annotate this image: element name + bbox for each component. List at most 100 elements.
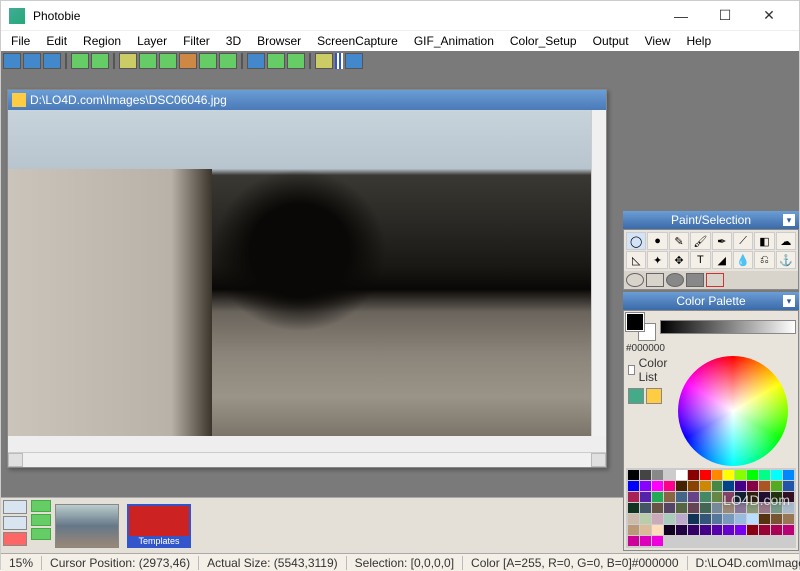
fg-bg-swatch[interactable] [626,313,656,341]
scroll-right-icon[interactable] [591,453,606,467]
expand-icon[interactable]: ▾ [783,214,795,226]
value-gradient[interactable] [660,320,796,334]
menu-color-setup[interactable]: Color_Setup [504,32,583,50]
scroll-track[interactable] [23,453,591,467]
ellipse-tool-icon[interactable]: ◯ [626,232,646,250]
toolbar-redo-icon[interactable] [91,53,109,69]
document-image[interactable] [8,110,591,436]
color-panel-header[interactable]: Color Palette ▾ [623,292,799,310]
shape-red-icon[interactable] [706,273,724,287]
marker-tool-icon[interactable]: ⟋ [733,232,753,250]
minimize-button[interactable]: — [659,2,703,30]
color-swatch[interactable] [723,481,734,491]
color-swatch[interactable] [747,470,758,480]
color-list-toggle[interactable]: Color List [626,354,670,386]
menu-view[interactable]: View [639,32,677,50]
thumb-view2-icon[interactable] [3,516,27,530]
clone-tool-icon[interactable]: ⎌ [754,251,774,269]
color-swatch[interactable] [700,481,711,491]
color-swatch[interactable] [628,470,639,480]
eraser-tool-icon[interactable]: ◧ [754,232,774,250]
pen-tool-icon[interactable]: ✒ [712,232,732,250]
menu-gif-animation[interactable]: GIF_Animation [408,32,500,50]
wand-tool-icon[interactable]: ✦ [647,251,667,269]
layer-icon[interactable] [31,500,51,512]
color-swatch[interactable] [652,481,663,491]
color-swatch[interactable] [759,470,770,480]
scroll-left-icon[interactable] [8,453,23,467]
toolbar-layer-icon[interactable] [199,53,217,69]
thumb-delete-icon[interactable] [3,532,27,546]
color-swatch[interactable] [723,470,734,480]
toolbar-paste-icon[interactable] [159,53,177,69]
color-swatch[interactable] [664,470,675,480]
anchor-tool-icon[interactable]: ⚓ [776,251,796,269]
toolbar-undo-icon[interactable] [71,53,89,69]
eyedrop-tool-icon[interactable]: 💧 [733,251,753,269]
shape-fillrect-icon[interactable] [686,273,704,287]
color-swatch[interactable] [652,470,663,480]
color-swatch[interactable] [700,470,711,480]
color-swatch[interactable] [688,470,699,480]
color-wheel[interactable] [678,356,788,466]
toolbar-grip-icon[interactable] [335,53,343,69]
thumbnail-current[interactable] [55,504,119,548]
paint-panel-header[interactable]: Paint/Selection ▾ [623,211,799,229]
expand-icon[interactable]: ▾ [783,295,795,307]
menu-screencapture[interactable]: ScreenCapture [311,32,404,50]
color-swatch[interactable] [640,470,651,480]
toolbar-zoom-icon[interactable] [247,53,265,69]
toolbar-open-icon[interactable] [23,53,41,69]
color-swatch[interactable] [712,470,723,480]
color-swatch[interactable] [783,481,794,491]
color-swatch[interactable] [747,481,758,491]
color-swatch[interactable] [712,481,723,491]
shape-fillellipse-icon[interactable] [666,273,684,287]
color-swatch[interactable] [771,481,782,491]
toolbar-zoomin-icon[interactable] [267,53,285,69]
vertical-scrollbar[interactable] [591,110,606,436]
lasso-tool-icon[interactable]: ◺ [626,251,646,269]
menu-region[interactable]: Region [77,32,127,50]
checkbox-icon[interactable] [628,365,635,375]
maximize-button[interactable]: ☐ [703,2,747,30]
color-swatch[interactable] [783,470,794,480]
close-button[interactable]: ✕ [747,2,791,30]
palette-load-icon[interactable] [628,388,644,404]
toolbar-zoomout-icon[interactable] [287,53,305,69]
palette-save-icon[interactable] [646,388,662,404]
toolbar-end-icon[interactable] [345,53,363,69]
color-swatch[interactable] [640,481,651,491]
color-swatch[interactable] [735,481,746,491]
color-swatch[interactable] [759,481,770,491]
toolbar-cut-icon[interactable] [179,53,197,69]
document-titlebar[interactable]: D:\LO4D.com\Images\DSC06046.jpg [8,90,606,110]
color-swatch[interactable] [676,481,687,491]
thumbnail-templates[interactable] [127,504,191,548]
move-tool-icon[interactable]: ✥ [669,251,689,269]
menu-browser[interactable]: Browser [251,32,307,50]
toolbar-misc-icon[interactable] [315,53,333,69]
color-swatch[interactable] [771,470,782,480]
menu-filter[interactable]: Filter [177,32,216,50]
foreground-color[interactable] [626,313,644,331]
toolbar-new-icon[interactable] [3,53,21,69]
menu-edit[interactable]: Edit [40,32,73,50]
color-swatch[interactable] [664,481,675,491]
thumb-view1-icon[interactable] [3,500,27,514]
toolbar-effect-icon[interactable] [219,53,237,69]
toolbar-copy-icon[interactable] [139,53,157,69]
layer-icon[interactable] [31,528,51,540]
toolbar-save-icon[interactable] [43,53,61,69]
toolbar-crop-icon[interactable] [119,53,137,69]
layer-icon[interactable] [31,514,51,526]
shape-ellipse-icon[interactable] [626,273,644,287]
shape-rect-icon[interactable] [646,273,664,287]
color-swatch[interactable] [688,481,699,491]
brush-tool-icon[interactable]: 🖌 [690,232,710,250]
text-tool-icon[interactable]: T [690,251,710,269]
menu-layer[interactable]: Layer [131,32,173,50]
smudge-tool-icon[interactable]: ☁ [776,232,796,250]
menu-3d[interactable]: 3D [220,32,247,50]
blob-tool-icon[interactable]: ● [647,232,667,250]
